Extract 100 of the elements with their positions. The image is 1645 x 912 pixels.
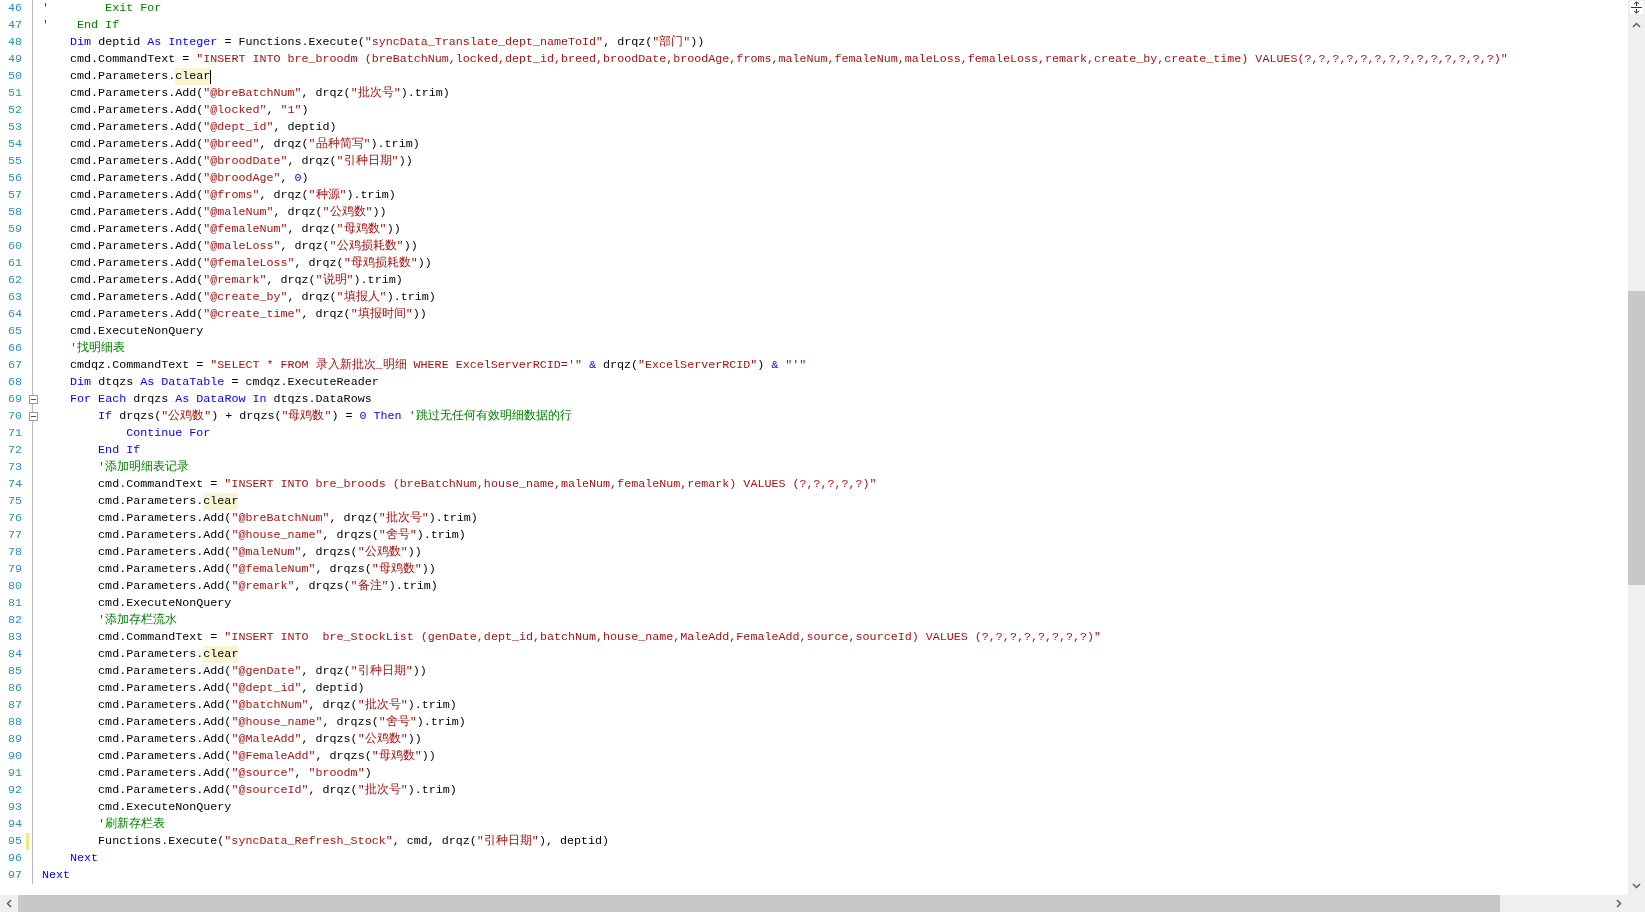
code-text: , drqzs( — [322, 714, 379, 731]
code-text: , cmd, drqz( — [392, 833, 477, 850]
line-number: 58 — [6, 204, 22, 221]
line-number: 77 — [6, 527, 22, 544]
code-text: cmd.Parameters.Add( — [98, 561, 232, 578]
code-text: cmd.ExecuteNonQuery — [70, 323, 204, 340]
code-text: "@remark" — [203, 272, 267, 289]
code-text: )) — [412, 663, 427, 680]
line-number: 54 — [6, 136, 22, 153]
code-text: ) + drqzs( — [211, 408, 282, 425]
code-text: cmd.Parameters.Add( — [70, 238, 204, 255]
code-text: )) — [421, 561, 436, 578]
code-text: "母鸡数" — [371, 561, 422, 578]
code-text: , drqzs( — [315, 561, 372, 578]
code-text: "引种日期" — [336, 153, 399, 170]
line-number: 61 — [6, 255, 22, 272]
code-text: "说明" — [315, 272, 354, 289]
code-text: "备注" — [350, 578, 389, 595]
vertical-scrollbar[interactable] — [1628, 0, 1645, 895]
code-text: cmd.Parameters.Add( — [70, 306, 204, 323]
code-text: "批次号" — [357, 782, 408, 799]
code-text: = cmdqz.ExecuteReader — [231, 374, 379, 391]
code-text: cmd.Parameters.Add( — [98, 663, 232, 680]
code-text: , drqzs( — [294, 578, 351, 595]
line-number: 90 — [6, 748, 22, 765]
code-text: "引种日期" — [476, 833, 539, 850]
code-text: "@FemaleAdd" — [231, 748, 316, 765]
code-text: ).trim) — [428, 510, 478, 527]
code-text: "ExcelServerRCID" — [638, 357, 758, 374]
code-text: "broodm" — [308, 765, 365, 782]
line-number: 88 — [6, 714, 22, 731]
code-text: For Each — [70, 391, 127, 408]
code-comment: '添加明细表记录 — [98, 459, 190, 476]
code-text: drqzs — [133, 391, 169, 408]
code-text: , deptid) — [273, 119, 337, 136]
code-text: , drqz( — [603, 34, 653, 51]
line-number: 66 — [6, 340, 22, 357]
scroll-up-icon[interactable] — [1632, 22, 1641, 28]
code-text: "公鸡数" — [322, 204, 373, 221]
code-text: cmd.Parameters.Add( — [98, 748, 232, 765]
code-text: )) — [412, 306, 427, 323]
collapse-icon[interactable] — [29, 412, 38, 421]
line-number: 64 — [6, 306, 22, 323]
code-text: cmd.Parameters.Add( — [98, 782, 232, 799]
code-text: cmd.ExecuteNonQuery — [98, 799, 232, 816]
line-number: 83 — [6, 629, 22, 646]
code-text: dtqzs.DataRows — [273, 391, 372, 408]
code-text: cmd.Parameters.Add( — [70, 221, 204, 238]
code-text: "母鸡数" — [371, 748, 422, 765]
scroll-down-icon[interactable] — [1632, 883, 1641, 889]
code-text: ) = — [331, 408, 353, 425]
line-number: 84 — [6, 646, 22, 663]
code-text: ) — [301, 170, 309, 187]
code-text: "填报时间" — [350, 306, 413, 323]
line-number: 69 — [6, 391, 22, 408]
code-text: , drqz( — [273, 204, 323, 221]
split-handle-icon[interactable] — [1630, 1, 1643, 14]
code-text: ).trim) — [407, 697, 457, 714]
code-text: cmd.Parameters.Add( — [70, 153, 204, 170]
code-text: ), deptid) — [538, 833, 610, 850]
code-text: ).trim) — [370, 136, 420, 153]
code-text: = Functions.Execute( — [224, 34, 365, 51]
code-text: ) — [364, 765, 372, 782]
line-number: 80 — [6, 578, 22, 595]
code-text: )) — [407, 731, 422, 748]
code-text: "舍号" — [378, 714, 417, 731]
scroll-right-icon[interactable] — [1616, 899, 1622, 908]
code-text: "1" — [280, 102, 302, 119]
code-text: Continue For — [126, 425, 211, 442]
code-text: , drqz( — [301, 663, 351, 680]
code-text: "@MaleAdd" — [231, 731, 302, 748]
line-number: 75 — [6, 493, 22, 510]
code-text: 0 — [294, 170, 302, 187]
collapse-icon[interactable] — [29, 395, 38, 404]
code-text: cmd.Parameters. — [98, 646, 204, 663]
line-number: 57 — [6, 187, 22, 204]
line-number: 63 — [6, 289, 22, 306]
code-comment: '跳过无任何有效明细数据的行 — [408, 408, 572, 425]
line-number: 92 — [6, 782, 22, 799]
code-text: "INSERT INTO bre_StockList (genDate,dept_id,batchNum,house_name,MaleAdd,FemaleAdd,source,sourceId) VALUES (?,?,?,?,?,?,?,?)" — [224, 629, 1102, 646]
code-text: "种源" — [308, 187, 347, 204]
code-text: , drqzs( — [301, 544, 358, 561]
code-text: , drqz( — [301, 306, 351, 323]
line-number: 71 — [6, 425, 22, 442]
code-text: , drqz( — [308, 782, 358, 799]
code-comment: '找明细表 — [70, 340, 126, 357]
code-text: If — [98, 408, 113, 425]
code-text: )) — [386, 221, 401, 238]
code-text: & — [771, 357, 779, 374]
code-text: , drqz( — [287, 221, 337, 238]
code-text: cmdqz.CommandText = — [70, 357, 204, 374]
scrollbar-thumb[interactable] — [1628, 291, 1645, 585]
code-text: "@femaleLoss" — [203, 255, 295, 272]
code-text: cmd.Parameters.Add( — [70, 255, 204, 272]
scroll-left-icon[interactable] — [6, 899, 12, 908]
code-text: ).trim) — [353, 272, 403, 289]
code-text: As Integer — [147, 34, 218, 51]
code-text: "@broodDate" — [203, 153, 288, 170]
line-number: 48 — [6, 34, 22, 51]
code-text: "舍号" — [378, 527, 417, 544]
